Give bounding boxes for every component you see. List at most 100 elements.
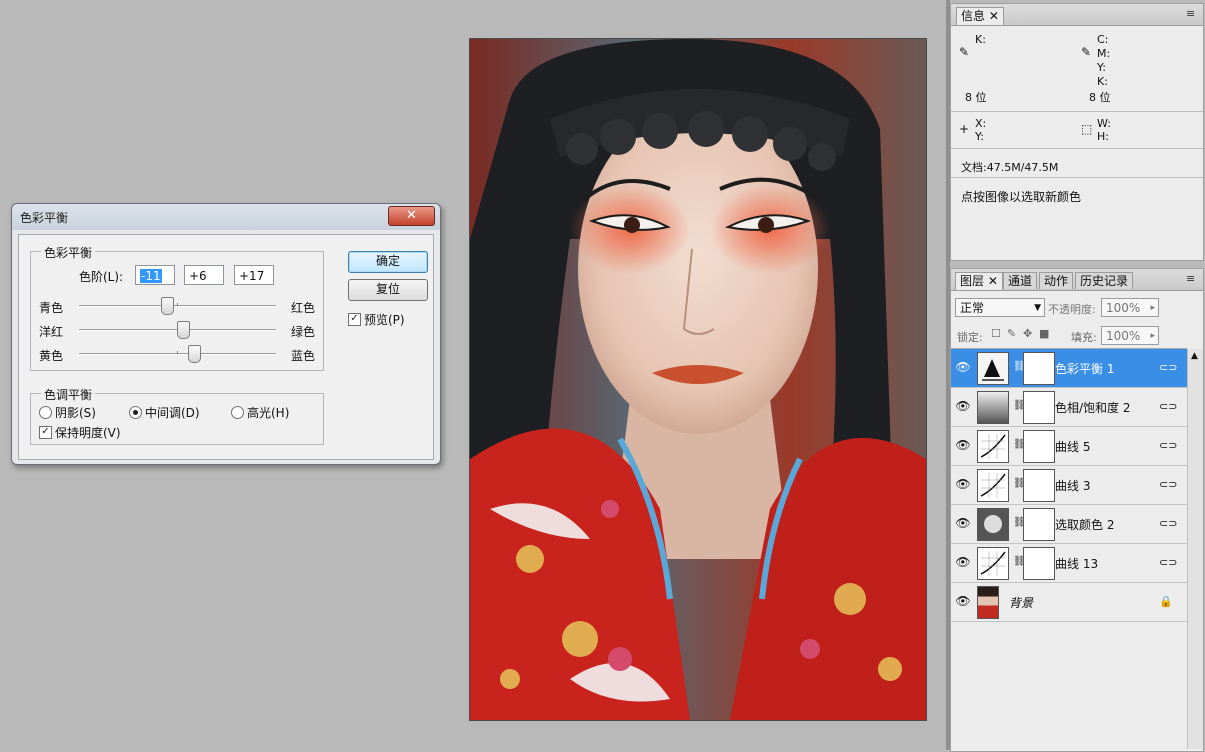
layers-scrollbar[interactable]: ▲: [1187, 349, 1203, 749]
eye-icon[interactable]: 👁: [955, 398, 971, 414]
layer-mask-thumbnail[interactable]: [1023, 508, 1055, 541]
mask-link-icon[interactable]: ⛓: [1013, 556, 1026, 569]
eyedropper-icon-2[interactable]: ✎: [1081, 45, 1091, 59]
tab-info[interactable]: 信息 ✕: [956, 7, 1004, 25]
link-icon[interactable]: ⊂⊃: [1159, 361, 1177, 374]
lock-icon: 🔒: [1159, 595, 1173, 608]
opacity-label: 不透明度:: [1048, 303, 1096, 316]
link-icon[interactable]: ⊂⊃: [1159, 556, 1177, 569]
magenta-green-slider-thumb[interactable]: [177, 321, 190, 339]
layer-name[interactable]: 色彩平衡 1: [1055, 360, 1114, 377]
info-y2-label: Y:: [975, 130, 984, 143]
layer-row[interactable]: 👁 ⛓ 色彩平衡 1 ⊂⊃: [951, 349, 1187, 388]
tab-layers[interactable]: 图层 ✕: [955, 272, 1003, 290]
tab-actions[interactable]: 动作: [1039, 272, 1074, 289]
midtones-label: 中间调(D): [145, 406, 200, 420]
link-icon[interactable]: ⊂⊃: [1159, 400, 1177, 413]
eyedropper-icon[interactable]: ✎: [959, 45, 969, 59]
crosshair-icon: +: [959, 122, 970, 136]
midtones-radio[interactable]: [129, 406, 142, 419]
scroll-up-icon[interactable]: ▲: [1191, 351, 1198, 361]
lock-position-icon[interactable]: ✥: [1023, 327, 1032, 340]
layer-row[interactable]: 👁 ⛓ 色相/饱和度 2 ⊂⊃: [951, 388, 1187, 427]
levels-yellow-blue-input[interactable]: +17: [234, 265, 274, 285]
lock-pixels-icon[interactable]: ✎: [1007, 327, 1016, 340]
layer-name[interactable]: 选取颜色 2: [1055, 516, 1114, 533]
layers-panel-tabbar: 图层 ✕ 通道 动作 历史记录 ≡: [951, 269, 1203, 291]
reset-button[interactable]: 复位: [348, 279, 428, 301]
lock-transparency-icon[interactable]: ☐: [991, 327, 1001, 340]
layer-mask-thumbnail[interactable]: [1023, 391, 1055, 424]
close-icon[interactable]: ✕: [988, 274, 998, 288]
mask-link-icon[interactable]: ⛓: [1013, 478, 1026, 491]
levels-cyan-red-input[interactable]: -11: [135, 265, 175, 285]
close-button[interactable]: ✕: [388, 206, 435, 226]
layer-name[interactable]: 曲线 13: [1055, 555, 1098, 572]
close-icon[interactable]: ✕: [989, 9, 999, 23]
eye-icon[interactable]: 👁: [955, 476, 971, 492]
selective-color-icon: [977, 508, 1009, 541]
layer-mask-thumbnail[interactable]: [1023, 430, 1055, 463]
ok-button[interactable]: 确定: [348, 251, 428, 273]
layer-mask-thumbnail[interactable]: [1023, 352, 1055, 385]
slider-red-label: 红色: [291, 301, 316, 315]
info-bits-left: 8 位: [965, 91, 987, 104]
selection-size-icon: ⬚: [1081, 122, 1093, 136]
link-icon[interactable]: ⊂⊃: [1159, 439, 1177, 452]
info-hint-text: 点按图像以选取新颜色: [961, 190, 1082, 204]
blend-mode-select[interactable]: 正常 ▼: [955, 298, 1045, 317]
levels-magenta-green-input[interactable]: +6: [184, 265, 224, 285]
info-divider-3: [951, 177, 1203, 178]
panel-menu-icon[interactable]: ≡: [1186, 272, 1195, 285]
layer-row[interactable]: 👁 ⛓ 曲线 5 ⊂⊃: [951, 427, 1187, 466]
eye-icon[interactable]: 👁: [955, 515, 971, 531]
layer-name[interactable]: 曲线 5: [1055, 438, 1090, 455]
cyan-red-slider-thumb[interactable]: [161, 297, 174, 315]
panel-menu-icon[interactable]: ≡: [1186, 7, 1195, 20]
layer-mask-thumbnail[interactable]: [1023, 469, 1055, 502]
color-balance-dialog[interactable]: 色彩平衡 ✕ 色彩平衡 色阶(L): -11 +6 +17 青色 红色 洋红 绿…: [11, 203, 441, 465]
tab-history[interactable]: 历史记录: [1075, 272, 1134, 289]
eye-icon[interactable]: 👁: [955, 554, 971, 570]
mask-link-icon[interactable]: ⛓: [1013, 517, 1026, 530]
highlights-radio[interactable]: [231, 406, 244, 419]
preview-checkbox[interactable]: ✓: [348, 313, 361, 326]
info-m-label: M:: [1097, 47, 1111, 60]
fill-input[interactable]: 100% ▸: [1101, 326, 1159, 345]
layer-row[interactable]: 👁 ⛓ 选取颜色 2 ⊂⊃: [951, 505, 1187, 544]
layer-row[interactable]: 👁 ⛓ 曲线 13 ⊂⊃: [951, 544, 1187, 583]
link-icon[interactable]: ⊂⊃: [1159, 478, 1177, 491]
curves-icon: [977, 547, 1009, 580]
eye-icon[interactable]: 👁: [955, 359, 971, 375]
dialog-body: 色彩平衡 色阶(L): -11 +6 +17 青色 红色 洋红 绿色 黄色 蓝色…: [18, 234, 434, 460]
eye-icon[interactable]: 👁: [955, 593, 971, 609]
shadows-label: 阴影(S): [55, 406, 96, 420]
slider-magenta-label: 洋红: [39, 325, 64, 339]
tab-channels[interactable]: 通道: [1003, 272, 1038, 289]
layer-mask-thumbnail[interactable]: [1023, 547, 1055, 580]
document-canvas[interactable]: [470, 39, 926, 720]
mask-link-icon[interactable]: ⛓: [1013, 361, 1026, 374]
dialog-title-bar[interactable]: 色彩平衡 ✕: [12, 204, 440, 230]
eye-icon[interactable]: 👁: [955, 437, 971, 453]
lock-all-icon[interactable]: ■: [1039, 327, 1049, 340]
yellow-blue-slider-thumb[interactable]: [188, 345, 201, 363]
layer-name[interactable]: 色相/饱和度 2: [1055, 399, 1131, 416]
mask-link-icon[interactable]: ⛓: [1013, 400, 1026, 413]
info-divider-2: [951, 148, 1203, 149]
info-h-label: H:: [1097, 130, 1109, 143]
dialog-title: 色彩平衡: [20, 211, 69, 225]
layer-row[interactable]: 👁 ⛓ 曲线 3 ⊂⊃: [951, 466, 1187, 505]
link-icon[interactable]: ⊂⊃: [1159, 517, 1177, 530]
info-x-label: X:: [975, 117, 987, 130]
slider-yellow-label: 黄色: [39, 349, 64, 363]
info-bits-right: 8 位: [1089, 91, 1111, 104]
layer-name[interactable]: 背景: [1009, 594, 1033, 611]
opacity-input[interactable]: 100% ▸: [1101, 298, 1159, 317]
layer-row[interactable]: 👁 背景 🔒: [951, 583, 1187, 622]
preserve-luminosity-checkbox[interactable]: ✓: [39, 426, 52, 439]
mask-link-icon[interactable]: ⛓: [1013, 439, 1026, 452]
lock-label: 锁定:: [957, 331, 983, 344]
layer-name[interactable]: 曲线 3: [1055, 477, 1090, 494]
shadows-radio[interactable]: [39, 406, 52, 419]
